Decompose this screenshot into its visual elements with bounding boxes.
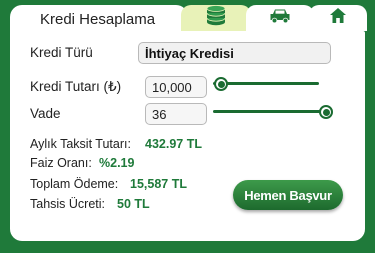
loan-amount-label: Kredi Tutarı (₺) [30, 79, 122, 94]
loan-type-label: Kredi Türü [30, 45, 93, 60]
widget-title: Kredi Hesaplama [40, 11, 156, 28]
monthly-installment-label: Aylık Taksit Tutarı: [30, 137, 131, 151]
home-icon [329, 7, 347, 29]
loan-type-field[interactable]: İhtiyaç Kredisi [138, 42, 331, 64]
apply-now-button[interactable]: Hemen Başvur [233, 180, 343, 210]
calculator-widget: Kredi Hesaplama Kredi Türü İhtiyaç Kredi… [0, 0, 375, 253]
total-payment-label: Toplam Ödeme: [30, 177, 119, 191]
tab-bar: Kredi Hesaplama [0, 0, 375, 33]
tab-housing-loan[interactable] [309, 5, 367, 31]
tab-vehicle-loan[interactable] [246, 5, 314, 31]
tab-personal-loan[interactable] [181, 4, 251, 32]
interest-rate-label: Faiz Oranı: [30, 156, 92, 170]
term-label: Vade [30, 106, 61, 121]
tab-loan-calculator[interactable]: Kredi Hesaplama [10, 5, 188, 33]
allocation-fee-value: 50 TL [117, 197, 150, 211]
coins-icon [203, 4, 229, 32]
car-icon [269, 8, 291, 29]
loan-amount-input[interactable]: 10,000 [145, 76, 207, 98]
term-input[interactable]: 36 [145, 103, 207, 125]
total-payment-value: 15,587 TL [130, 177, 187, 191]
term-slider-handle[interactable] [319, 105, 333, 119]
term-slider[interactable] [213, 110, 326, 113]
allocation-fee-label: Tahsis Ücreti: [30, 197, 106, 211]
loan-amount-slider[interactable] [213, 82, 319, 85]
interest-rate-value: %2.19 [99, 156, 135, 170]
monthly-installment-value: 432.97 TL [145, 137, 202, 151]
